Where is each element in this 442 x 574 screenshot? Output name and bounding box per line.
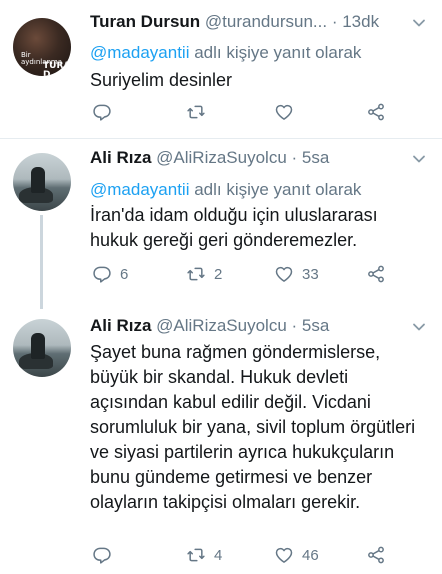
share-icon	[368, 265, 384, 283]
avatar-figure	[31, 167, 45, 193]
avatar-figure	[31, 333, 45, 359]
tweet-text: İran'da idam olduğu için uluslararası hu…	[90, 205, 378, 250]
tweet-turan-dursun[interactable]: Bir aydınlanma TURAN D Turan Dursun @tur…	[0, 0, 442, 138]
retweet-icon	[187, 105, 205, 119]
reply-button[interactable]: 6	[92, 264, 128, 284]
tweet-ali-riza-1[interactable]: Ali Rıza @AliRizaSuyolcu · 5sa @madayant…	[0, 139, 442, 309]
retweet-button[interactable]	[186, 102, 214, 122]
share-icon	[368, 546, 384, 564]
avatar[interactable]: Bir aydınlanma TURAN D	[13, 18, 71, 76]
tweet-text: Suriyelim desinler	[90, 70, 233, 90]
author-name[interactable]: Ali Rıza	[90, 148, 151, 167]
tweet-actions: 6 2 33	[90, 264, 410, 288]
retweet-count: 2	[214, 265, 223, 283]
share-button[interactable]	[366, 102, 386, 122]
thread-connector	[40, 215, 43, 309]
author-handle[interactable]: @AliRizaSuyolcu	[156, 316, 287, 335]
chevron-down-icon[interactable]	[412, 320, 426, 334]
retweet-count: 4	[214, 546, 223, 564]
tweet-actions	[90, 102, 410, 126]
like-button[interactable]: 46	[274, 545, 319, 565]
tweet-time[interactable]: 5sa	[302, 148, 329, 167]
separator-dot: ·	[291, 316, 298, 335]
retweet-icon	[187, 548, 205, 562]
tweet-actions: 4 46	[90, 545, 410, 569]
separator-dot: ·	[331, 12, 338, 31]
tweet-time[interactable]: 13dk	[342, 12, 379, 31]
reply-mention-link[interactable]: @madayantii	[90, 43, 189, 62]
author-name[interactable]: Turan Dursun	[90, 12, 200, 31]
like-count: 33	[302, 265, 319, 283]
reply-count: 6	[120, 265, 129, 283]
tweet-text: Şayet buna rağmen göndermislerse, büyük …	[90, 342, 416, 512]
tweet-time[interactable]: 5sa	[302, 316, 329, 335]
chevron-down-icon[interactable]	[412, 152, 426, 166]
like-button[interactable]: 33	[274, 264, 319, 284]
author-handle[interactable]: @AliRizaSuyolcu	[156, 148, 287, 167]
tweet-header: Ali Rıza @AliRizaSuyolcu · 5sa	[90, 148, 329, 168]
retweet-button[interactable]: 4	[186, 545, 222, 565]
tweet-header: Ali Rıza @AliRizaSuyolcu · 5sa	[90, 316, 329, 336]
avatar-caption-name: TURAN D	[43, 61, 71, 77]
heart-icon	[275, 547, 293, 563]
separator-dot: ·	[291, 148, 298, 167]
retweet-icon	[187, 267, 205, 281]
author-name[interactable]: Ali Rıza	[90, 316, 151, 335]
like-button[interactable]	[274, 102, 302, 122]
reply-button[interactable]	[92, 545, 120, 565]
chevron-down-icon[interactable]	[412, 16, 426, 30]
reply-icon	[93, 547, 111, 564]
avatar[interactable]	[13, 153, 71, 211]
reply-context: @madayantii adlı kişiye yanıt olarak	[90, 42, 361, 64]
heart-icon	[275, 104, 293, 120]
reply-button[interactable]	[92, 102, 120, 122]
retweet-button[interactable]: 2	[186, 264, 222, 284]
reply-icon	[93, 266, 111, 283]
heart-icon	[275, 266, 293, 282]
share-button[interactable]	[366, 264, 386, 284]
avatar[interactable]	[13, 319, 71, 377]
reply-context-text: adlı kişiye yanıt olarak	[189, 43, 362, 62]
author-handle[interactable]: @turandursun...	[205, 12, 327, 31]
tweet-ali-riza-2[interactable]: Ali Rıza @AliRizaSuyolcu · 5sa Şayet bun…	[0, 309, 442, 574]
like-count: 46	[302, 546, 319, 564]
reply-mention-link[interactable]: @madayantii	[90, 180, 189, 199]
reply-icon	[93, 104, 111, 121]
tweet-header: Turan Dursun @turandursun... · 13dk	[90, 12, 379, 32]
share-icon	[368, 103, 384, 121]
reply-context-text: adlı kişiye yanıt olarak	[189, 180, 362, 199]
reply-context: @madayantii adlı kişiye yanıt olarak	[90, 179, 361, 201]
share-button[interactable]	[366, 545, 386, 565]
